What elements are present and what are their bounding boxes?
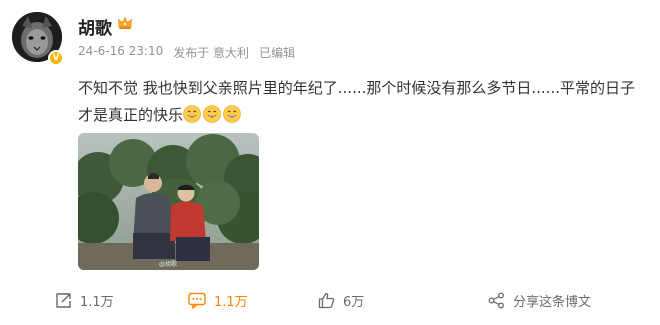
repost-count: 1.1万: [80, 295, 114, 310]
share-label: 分享这条博文: [513, 295, 592, 310]
verified-badge: V: [48, 50, 64, 66]
repost-icon: [55, 292, 72, 309]
post-location: 发布于 意大利: [173, 46, 250, 60]
like-button[interactable]: 6万: [318, 291, 364, 310]
like-count: 6万: [343, 295, 365, 310]
share-icon: [488, 292, 505, 309]
comment-count: 1.1万: [214, 295, 248, 310]
post-text: 不知不觉 我也快到父亲照片里的年纪了......那个时候没有那么多节日.....…: [78, 75, 648, 129]
post-timestamp[interactable]: 24-6-16 23:10: [78, 44, 163, 61]
share-button[interactable]: 分享这条博文: [488, 291, 591, 310]
action-bar: 1.1万 1.1万 6万 分享这条博文: [0, 287, 660, 313]
thumbs-up-icon: [318, 292, 335, 309]
grin-emoji-icon: [183, 105, 201, 123]
comment-icon: [188, 292, 206, 309]
post-photo[interactable]: @胡歌: [78, 133, 259, 270]
grin-emoji-icon: [223, 105, 241, 123]
comment-button[interactable]: 1.1万: [188, 291, 248, 310]
crown-icon: [117, 15, 133, 35]
post-body: 不知不觉 我也快到父亲照片里的年纪了......那个时候没有那么多节日.....…: [78, 79, 635, 124]
grin-emoji-icon: [203, 105, 221, 123]
repost-button[interactable]: 1.1万: [55, 291, 114, 310]
post-meta: 24-6-16 23:10 发布于 意大利 已编辑: [78, 44, 295, 61]
photo-watermark: @胡歌: [159, 260, 177, 268]
author-name[interactable]: 胡歌: [78, 14, 112, 39]
edited-label[interactable]: 已编辑: [259, 44, 295, 61]
